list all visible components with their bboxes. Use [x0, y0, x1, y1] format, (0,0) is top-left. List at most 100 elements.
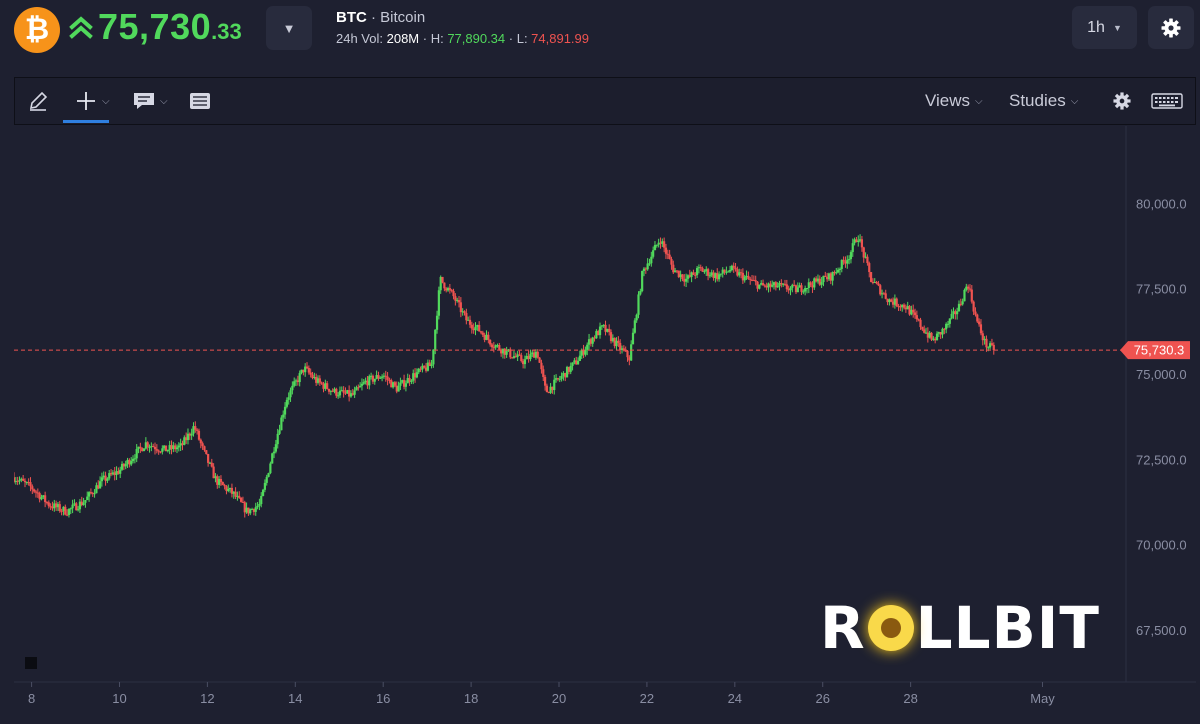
candle-body: [633, 320, 636, 333]
candle-body: [946, 323, 950, 325]
candle-body: [362, 382, 365, 384]
candle-body: [979, 324, 983, 334]
candle-body: [976, 314, 979, 322]
candle-body: [256, 505, 259, 508]
studies-label: Studies: [1009, 91, 1066, 110]
candle-body: [357, 387, 360, 389]
candle-body: [155, 449, 158, 451]
candle-body: [923, 329, 926, 333]
candle-body: [479, 331, 483, 333]
candle-body: [824, 275, 827, 278]
asset-dropdown-button[interactable]: ▼: [266, 6, 312, 50]
candle-body: [379, 377, 382, 379]
candle-body: [919, 319, 922, 328]
candle-body: [505, 350, 508, 355]
current-price-label: 75,730.3: [1134, 343, 1185, 358]
candle-body: [82, 502, 85, 506]
comment-icon: [134, 93, 154, 109]
candle-body: [227, 488, 230, 491]
candle-body: [538, 357, 541, 363]
candle-body: [796, 287, 799, 293]
candle-body: [543, 376, 547, 386]
candle-body: [650, 256, 653, 264]
candle-body: [809, 282, 812, 286]
candle-body: [717, 274, 721, 280]
candle-body: [76, 509, 80, 511]
candle-body: [851, 243, 854, 253]
candle-body: [489, 339, 492, 345]
candle-body: [771, 285, 774, 287]
candle-body: [23, 480, 27, 483]
candle-body: [271, 453, 274, 464]
candle-body: [478, 324, 481, 332]
candle-body: [695, 268, 699, 276]
comment-tool-button[interactable]: ⌵: [133, 86, 168, 116]
keyboard-shortcuts-button[interactable]: [1151, 86, 1183, 116]
bitcoin-icon: ₿: [14, 7, 60, 53]
candle-body: [732, 265, 735, 268]
candle-body: [423, 365, 426, 368]
draw-tool-button[interactable]: [27, 86, 49, 116]
candle-body: [719, 273, 723, 275]
price-decimals: .33: [211, 19, 242, 44]
candle-body: [985, 338, 988, 348]
price-tick-label: 80,000.0: [1136, 196, 1187, 211]
candle-body: [452, 290, 455, 297]
candle-body: [326, 383, 329, 389]
candle-body: [293, 381, 296, 386]
list-tool-button[interactable]: [189, 86, 211, 116]
candle-body: [261, 489, 265, 496]
candle-body: [219, 478, 223, 482]
candle-body: [576, 360, 580, 365]
candle-body: [685, 278, 688, 282]
candle-body: [130, 461, 133, 465]
crosshair-icon: [77, 92, 95, 110]
candle-body: [913, 312, 917, 316]
candle-body: [641, 270, 644, 292]
timeframe-button[interactable]: 1h ▼: [1072, 6, 1137, 49]
ticker-separator: ·: [366, 9, 381, 26]
candle-body: [598, 326, 602, 336]
candle-body: [135, 449, 138, 459]
active-tool-indicator: [63, 120, 109, 123]
candle-body: [287, 397, 290, 400]
views-menu-button[interactable]: Views ⌵: [925, 86, 983, 116]
candle-body: [626, 350, 629, 358]
candle-body: [335, 388, 338, 396]
studies-menu-button[interactable]: Studies ⌵: [1009, 86, 1078, 116]
candle-body: [298, 373, 301, 383]
candle-body: [586, 344, 589, 350]
candle-body: [536, 351, 539, 358]
candle-body: [465, 312, 468, 321]
candle-body: [305, 366, 309, 368]
time-tick-label: 18: [464, 691, 478, 706]
candle-body: [463, 311, 466, 313]
candle-body: [157, 450, 160, 452]
candle-body: [487, 334, 490, 340]
candle-body: [203, 446, 206, 451]
low-value: 74,891.99: [531, 31, 590, 46]
candle-body: [974, 311, 977, 315]
candle-body: [950, 313, 953, 319]
candle-body: [747, 275, 750, 279]
candle-body: [75, 503, 78, 511]
candle-body: [560, 375, 563, 379]
candle-body: [758, 284, 761, 289]
price-tick-label: 70,000.0: [1136, 538, 1187, 553]
price-tick-label: 75,000.0: [1136, 367, 1187, 382]
candle-body: [282, 414, 285, 418]
candle-body: [22, 478, 25, 481]
candle-body: [875, 281, 878, 284]
chart-settings-button[interactable]: [1113, 86, 1131, 116]
candle-body: [749, 278, 752, 280]
chart-corner-marker: [25, 657, 37, 669]
candle-body: [31, 486, 34, 490]
candle-body: [190, 433, 193, 436]
settings-button[interactable]: [1148, 6, 1194, 49]
candle-body: [558, 378, 561, 380]
candle-body: [276, 433, 279, 445]
candle-body: [553, 379, 556, 391]
candle-body: [441, 276, 444, 283]
candle-body: [318, 378, 321, 383]
crosshair-tool-button[interactable]: ⌵: [75, 86, 110, 116]
